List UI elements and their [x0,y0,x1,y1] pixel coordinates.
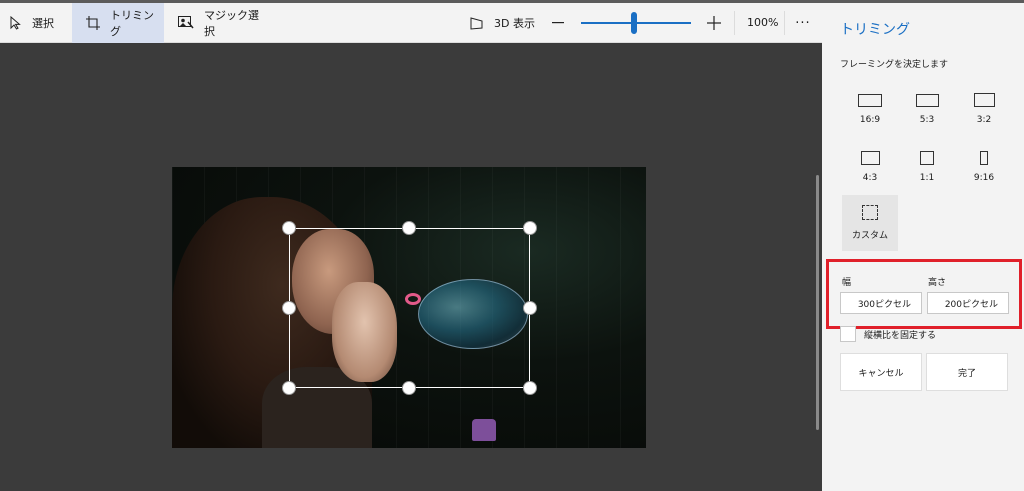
more-options-button[interactable]: ··· [788,11,818,35]
crop-button[interactable]: トリミング [72,2,164,43]
ratio-16-9-button[interactable]: 16:9 [842,81,898,137]
lock-ratio-checkbox[interactable] [840,326,856,342]
done-button[interactable]: 完了 [926,353,1008,391]
3d-view-icon [470,16,484,30]
ratio-label: 4:3 [862,173,878,183]
zoom-out-icon [552,22,564,24]
crop-handle-bottom-right[interactable] [523,381,537,395]
panel-subtitle: フレーミングを決定します [840,60,949,70]
view-3d-label: 3D 表示 [494,17,535,30]
zoom-value[interactable]: 100% [747,16,778,29]
height-label: 高さ [928,278,947,288]
more-icon: ··· [795,15,811,31]
ratio-label: カスタム [851,231,888,241]
crop-handle-bottom[interactable] [402,381,416,395]
zoom-in-button[interactable] [704,13,724,33]
view-3d-button[interactable]: 3D 表示 [460,3,545,43]
select-button[interactable]: 選択 [0,3,72,43]
ratio-3-2-button[interactable]: 3:2 [956,81,1012,137]
ratio-label: 5:3 [919,114,935,125]
ratio-5-3-button[interactable]: 5:3 [899,81,955,137]
crop-frame[interactable] [289,228,530,388]
ratio-label: 1:1 [919,173,935,183]
cancel-button[interactable]: キャンセル [840,353,922,391]
cursor-icon [10,15,22,30]
toolbar-divider [784,11,785,35]
crop-handle-left[interactable] [282,301,296,315]
ratio-16-9-icon [858,93,882,107]
crop-icon [86,15,100,30]
ratio-1-1-icon [920,151,934,165]
toolbar-divider [734,11,735,35]
magic-select-icon [178,16,194,29]
ratio-custom-button[interactable]: カスタム [842,195,898,251]
magic-select-button[interactable]: マジック選択 [164,3,274,43]
custom-ratio-icon [862,205,878,220]
crop-handle-top[interactable] [402,221,416,235]
crop-label: トリミング [110,8,154,38]
ratio-4-3-icon [860,151,880,165]
ratio-label: 3:2 [976,115,992,125]
magic-select-label: マジック選択 [204,8,259,38]
crop-handle-top-left[interactable] [282,221,296,235]
zoom-in-icon [707,16,721,30]
ratio-5-3-icon [915,93,939,107]
ratio-label: 9:16 [973,173,995,183]
width-input[interactable]: 300ピクセル [840,292,922,314]
select-label: 選択 [32,16,54,30]
panel-title: トリミング [840,22,910,38]
toolbar: 選択 トリミング マジック選択 3D 表示 100% ··· [0,2,822,43]
ratio-9-16-button[interactable]: 9:16 [956,139,1012,195]
ratio-label: 16:9 [859,114,881,125]
zoom-out-button[interactable] [549,13,567,33]
zoom-slider-thumb[interactable] [631,12,637,34]
ratio-4-3-button[interactable]: 4:3 [842,139,898,195]
lock-ratio-label: 縦横比を固定する [864,330,937,341]
ratio-1-1-button[interactable]: 1:1 [899,139,955,195]
lock-ratio-row[interactable]: 縦横比を固定する [840,326,936,342]
crop-handle-top-right[interactable] [523,221,537,235]
crop-handle-right[interactable] [523,301,537,315]
crop-panel: トリミング フレーミングを決定します 16:9 5:3 3:2 4:3 1:1 … [822,3,1024,491]
ratio-9-16-icon [980,151,988,165]
ratio-3-2-icon [973,93,995,107]
width-label: 幅 [842,278,852,288]
canvas-scrollbar[interactable] [816,175,819,430]
height-input[interactable]: 200ピクセル [927,292,1009,314]
crop-handle-bottom-left[interactable] [282,381,296,395]
